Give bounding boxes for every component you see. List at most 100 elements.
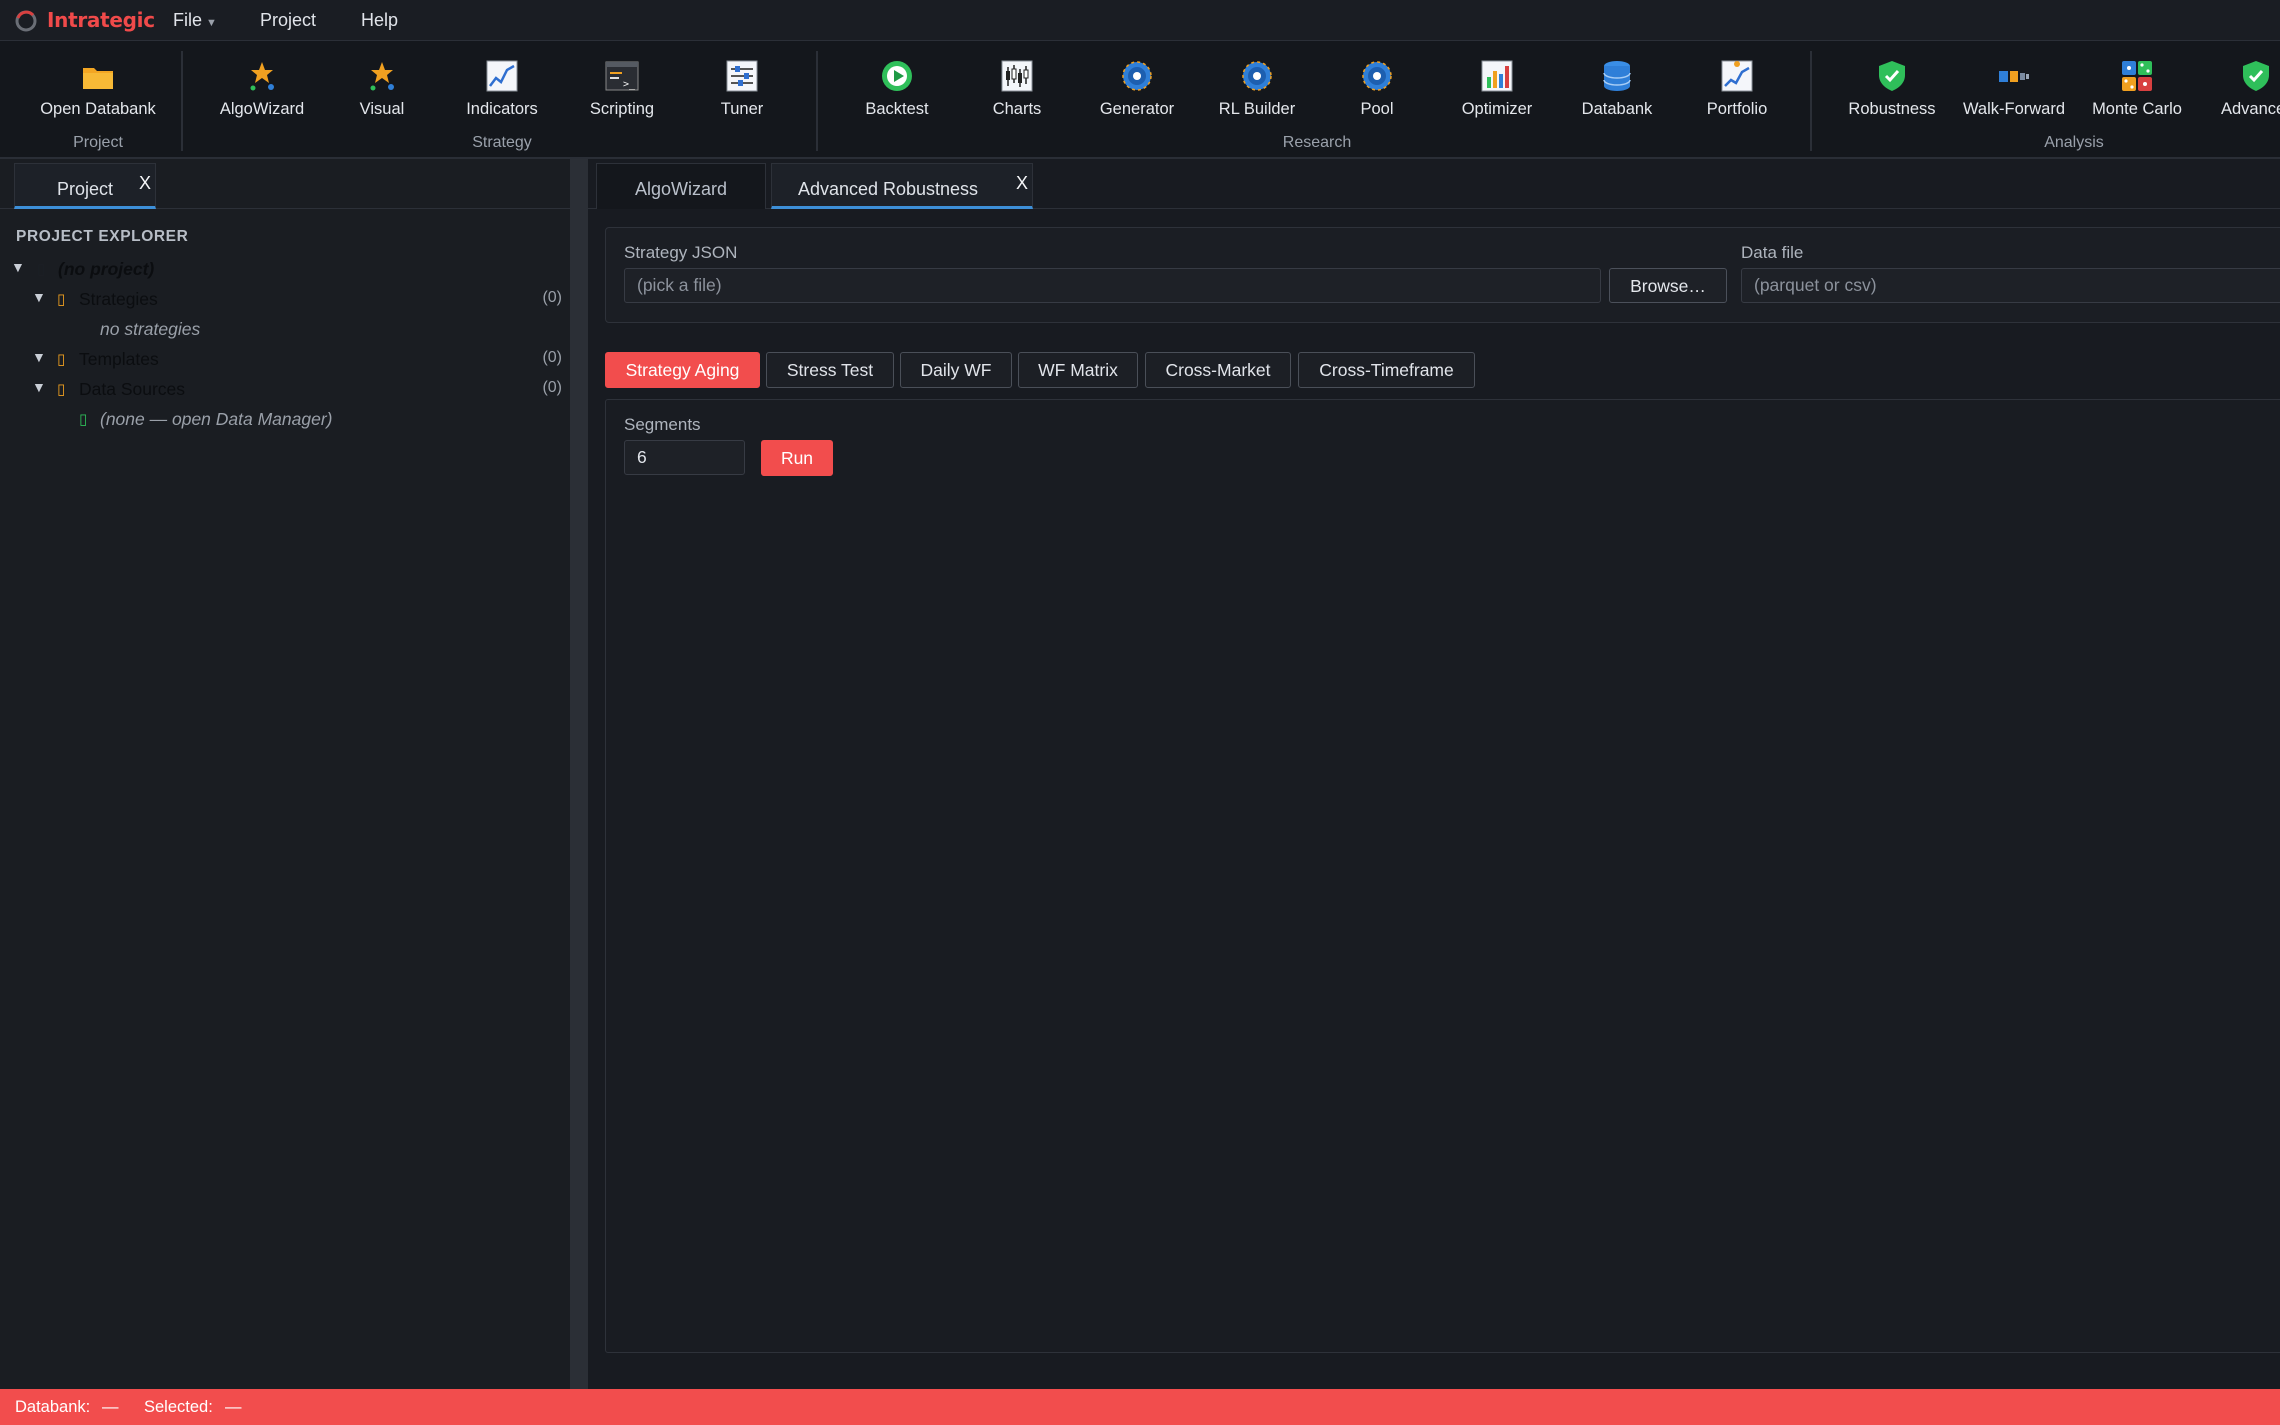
ribbon-divider [816,51,818,151]
monte-carlo-button[interactable]: Monte Carlo [2072,59,2202,129]
sliders-icon [726,60,758,92]
menu-file[interactable]: File ▼ [173,10,217,31]
data-file-input[interactable]: (parquet or csv) [1741,268,2280,303]
expand-arrow-icon[interactable]: ▼ [11,259,25,275]
tab-algowizard-label: AlgoWizard [634,179,728,199]
walk-forward-label: Walk-Forward [1962,100,2066,118]
tab-advanced-robustness-label: Advanced Robustness [797,179,979,199]
backtest-button[interactable]: Backtest [832,59,962,129]
shield-check-icon [1879,61,1905,91]
subtab-cross-market[interactable]: Cross-Market [1145,352,1291,388]
databank-label: Databank [1581,100,1653,118]
generator-button[interactable]: Generator [1072,59,1202,129]
folder-icon: ▯ [57,381,66,398]
folder-icon: ▯ [57,351,66,368]
scripting-button[interactable]: >_ Scripting [557,59,687,129]
subtab-cross-timeframe[interactable]: Cross-Timeframe [1298,352,1475,388]
subtab-wf-matrix[interactable]: WF Matrix [1018,352,1138,388]
tree-item-root[interactable]: ▼ ▯ (no project) [0,259,570,283]
optimizer-button[interactable]: Optimizer [1432,59,1562,129]
expand-arrow-icon[interactable]: ▼ [32,379,46,395]
gear-icon [1242,61,1272,91]
folder-icon: ▯ [57,291,66,308]
tab-project[interactable]: Project X [14,163,156,209]
status-bar: Databank: — Selected: — [0,1389,2280,1425]
no-strategies-label: no strategies [100,319,201,339]
status-selected-label: Selected: [144,1398,213,1416]
menu-help[interactable]: Help [361,10,398,31]
group-label-strategy: Strategy [472,134,532,151]
menu-file-label: File [173,10,203,30]
portfolio-label: Portfolio [1706,100,1768,118]
strategy-json-input[interactable]: (pick a file) [624,268,1601,303]
rl-builder-button[interactable]: RL Builder [1192,59,1322,129]
terminal-icon: >_ [605,61,639,91]
status-databank-label: Databank: [15,1398,91,1416]
play-icon [882,61,912,91]
portfolio-button[interactable]: Portfolio [1672,59,1802,129]
open-databank-button[interactable]: Open Databank [33,59,163,129]
tree-item-templates[interactable]: ▼ ▯ Templates (0) [0,349,570,373]
close-icon[interactable]: X [139,173,151,194]
run-button[interactable]: Run [761,440,833,476]
indicators-button[interactable]: Indicators [437,59,567,129]
shield-check-icon [2243,61,2269,91]
visual-label: Visual [359,100,405,118]
project-icon: ▯ [37,261,46,278]
data-sources-count: (0) [542,379,562,396]
pool-button[interactable]: Pool [1312,59,1442,129]
tree-item-data-sources[interactable]: ▼ ▯ Data Sources (0) [0,379,570,403]
gear-icon [1122,61,1152,91]
advanced-label: Advance [2221,100,2280,118]
tuner-label: Tuner [720,100,764,118]
no-data-label: (none — open Data Manager) [100,409,333,429]
expand-arrow-icon[interactable]: ▼ [32,349,46,365]
tab-algowizard[interactable]: AlgoWizard [596,163,766,209]
charts-label: Charts [992,100,1042,118]
strategies-count: (0) [542,289,562,306]
tree-strategies-label: Strategies [79,289,158,309]
workspace-panel: AlgoWizard Advanced Robustness X Strateg… [588,159,2280,1389]
subtab-stress-test[interactable]: Stress Test [766,352,894,388]
charts-button[interactable]: Charts [952,59,1082,129]
tree-item-no-data[interactable]: ▯ (none — open Data Manager) [0,409,570,433]
ribbon-divider [181,51,183,151]
close-icon[interactable]: X [1016,173,1028,194]
bar-chart-icon [1481,60,1513,92]
robustness-button[interactable]: Robustness [1827,59,1957,129]
pool-label: Pool [1360,100,1394,118]
robustness-label: Robustness [1848,100,1936,118]
left-tab-bar: Project X [0,159,570,209]
strategy-json-label: Strategy JSON [624,243,738,262]
subtab-strategy-aging[interactable]: Strategy Aging [605,352,760,388]
star-wand-icon [250,62,274,91]
tree-item-strategies[interactable]: ▼ ▯ Strategies (0) [0,289,570,313]
monte-carlo-label: Monte Carlo [2092,100,2182,118]
indicators-label: Indicators [466,100,538,118]
algowizard-button[interactable]: AlgoWizard [197,59,327,129]
tree-data-sources-label: Data Sources [79,379,186,399]
visual-button[interactable]: Visual [317,59,447,129]
tree-item-empty-strategies: no strategies [0,319,570,343]
svg-text:>_: >_ [623,79,636,90]
menu-project[interactable]: Project [260,10,316,31]
segments-input[interactable]: 6 [624,440,745,475]
browse-button[interactable]: Browse… [1609,268,1727,303]
group-label-analysis: Analysis [2044,134,2104,151]
algowizard-label: AlgoWizard [219,100,305,118]
expand-arrow-icon[interactable]: ▼ [32,289,46,305]
tuner-button[interactable]: Tuner [677,59,807,129]
portfolio-chart-icon [1721,60,1753,92]
walk-forward-button[interactable]: Walk-Forward [1949,59,2079,129]
candlestick-chart-icon [1001,60,1033,92]
generator-label: Generator [1099,100,1175,118]
databank-button[interactable]: Databank [1552,59,1682,129]
star-wand-icon [370,62,394,91]
panel-splitter[interactable] [570,159,588,1389]
chevron-down-icon: ▼ [206,17,217,29]
advanced-button[interactable]: Advance [2192,59,2280,129]
subtab-daily-wf[interactable]: Daily WF [900,352,1012,388]
strategy-aging-panel: Segments 6 Run [605,399,2280,1353]
tab-advanced-robustness[interactable]: Advanced Robustness X [771,163,1033,209]
gear-icon [1362,61,1392,91]
